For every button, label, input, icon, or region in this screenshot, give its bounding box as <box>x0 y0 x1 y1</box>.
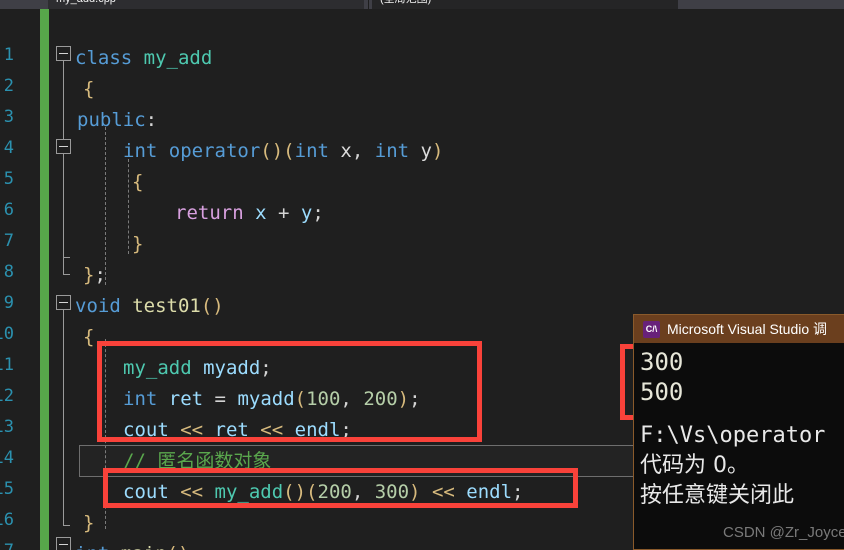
code-token: : <box>145 109 158 131</box>
code-token: ; <box>312 202 324 224</box>
console-output-line-0: 300 <box>640 348 684 376</box>
line-number: 7 <box>3 231 14 251</box>
fold-bracket-operator-foot <box>63 257 70 258</box>
code-line[interactable]: return x + y; <box>175 198 324 229</box>
code-line[interactable]: void test01() <box>75 291 224 322</box>
code-line[interactable]: class my_add <box>75 43 212 74</box>
code-token: x <box>255 202 267 224</box>
code-token: x <box>340 140 352 162</box>
code-token: } <box>83 512 95 534</box>
fold-bracket-class-lower <box>63 168 64 275</box>
code-token: y <box>420 140 432 162</box>
tab-divider <box>368 0 369 9</box>
code-token: ; <box>94 264 106 286</box>
code-line[interactable]: int main() <box>75 539 189 550</box>
line-number: 4 <box>3 138 14 158</box>
annotation-box-statements <box>97 341 482 442</box>
console-path-line: F:\Vs\operator <box>640 423 826 448</box>
line-number: 16 <box>0 510 14 530</box>
line-number: 3 <box>3 107 14 127</box>
visual-studio-icon: C/\ <box>643 320 660 338</box>
code-token: () <box>200 295 224 317</box>
line-number: 8 <box>3 262 14 282</box>
console-title-bar[interactable]: C/\ Microsoft Visual Studio 调 <box>634 315 844 343</box>
code-token: () <box>167 543 190 550</box>
annotation-box-anonymous-functor <box>103 468 578 508</box>
code-token: int <box>294 140 329 162</box>
screenshot-root: my_add.cpp (全局范围) 1234567891011121314151… <box>0 0 844 550</box>
fold-toggle-main[interactable] <box>56 537 71 550</box>
fold-bracket-test01-foot <box>63 525 70 526</box>
console-exit-code-line: 代码为 0。 <box>640 453 749 478</box>
code-line[interactable]: { <box>132 167 143 198</box>
editor-tab-0[interactable]: my_add.cpp <box>48 0 364 9</box>
outlining-margin[interactable] <box>49 9 75 550</box>
line-number: 14 <box>0 448 14 468</box>
line-number: 9 <box>3 293 14 313</box>
console-prompt-line: 按任意键关闭此 <box>640 483 795 508</box>
code-token: my_add <box>143 47 213 69</box>
line-number: 11 <box>0 355 14 375</box>
line-number: 10 <box>0 324 14 344</box>
code-line[interactable]: }; <box>83 260 106 291</box>
line-number: 15 <box>0 479 14 499</box>
console-output-body: 300 500 F:\Vs\operator 代码为 0。 按任意键关闭此 <box>634 343 844 511</box>
code-line[interactable]: int operator()(int x, int y) <box>123 136 443 167</box>
fold-toggle-test01[interactable] <box>56 295 71 310</box>
code-line[interactable]: { <box>83 74 94 105</box>
fold-toggle-class-my_add[interactable] <box>56 46 71 61</box>
code-token: { <box>83 78 95 100</box>
console-spacer <box>640 407 844 421</box>
code-token: void <box>75 295 121 317</box>
editor-tab-strip: my_add.cpp (全局范围) <box>0 0 844 9</box>
code-token: public <box>77 109 146 131</box>
line-number: 13 <box>0 417 14 437</box>
code-token: { <box>132 171 144 193</box>
fold-toggle-operator[interactable] <box>56 139 71 154</box>
editor-tab-1[interactable]: (全局范围) <box>372 0 678 9</box>
line-number: 2 <box>3 76 14 96</box>
code-token: ()( <box>260 140 295 162</box>
line-number: 12 <box>0 386 14 406</box>
code-token: , <box>351 140 375 162</box>
code-line[interactable]: } <box>132 229 143 260</box>
code-token: int <box>123 140 158 162</box>
line-number: 6 <box>3 200 14 220</box>
code-token: int <box>374 140 410 162</box>
console-window[interactable]: C/\ Microsoft Visual Studio 调 300 500 F:… <box>633 314 844 550</box>
line-number: 17 <box>0 536 14 550</box>
line-number: 5 <box>3 169 14 189</box>
change-indicator-bar <box>40 9 49 550</box>
code-token: ) <box>431 140 444 162</box>
fold-bracket-class-foot <box>63 274 70 275</box>
code-token: + <box>266 202 301 224</box>
fold-bracket-test01 <box>63 310 64 525</box>
csdn-watermark: CSDN @Zr_Joyce <box>723 524 844 541</box>
code-token: { <box>83 326 95 348</box>
code-token: int <box>75 543 109 550</box>
code-line[interactable]: { <box>83 322 94 353</box>
code-token: operator <box>168 140 261 162</box>
code-token: y <box>300 202 313 224</box>
code-token: main <box>121 543 167 550</box>
code-line[interactable]: public: <box>77 105 157 136</box>
line-number-gutter: 123456789101112131415161718 <box>0 9 40 550</box>
code-token: class <box>75 47 133 69</box>
code-line[interactable]: } <box>83 508 94 539</box>
code-token: test01 <box>132 295 201 317</box>
console-output-line-1: 500 <box>640 378 684 406</box>
code-token: } <box>132 233 144 255</box>
line-number: 1 <box>3 45 14 65</box>
code-token: } <box>83 264 95 286</box>
console-title-text: Microsoft Visual Studio 调 <box>667 321 828 337</box>
code-token: return <box>175 202 244 224</box>
